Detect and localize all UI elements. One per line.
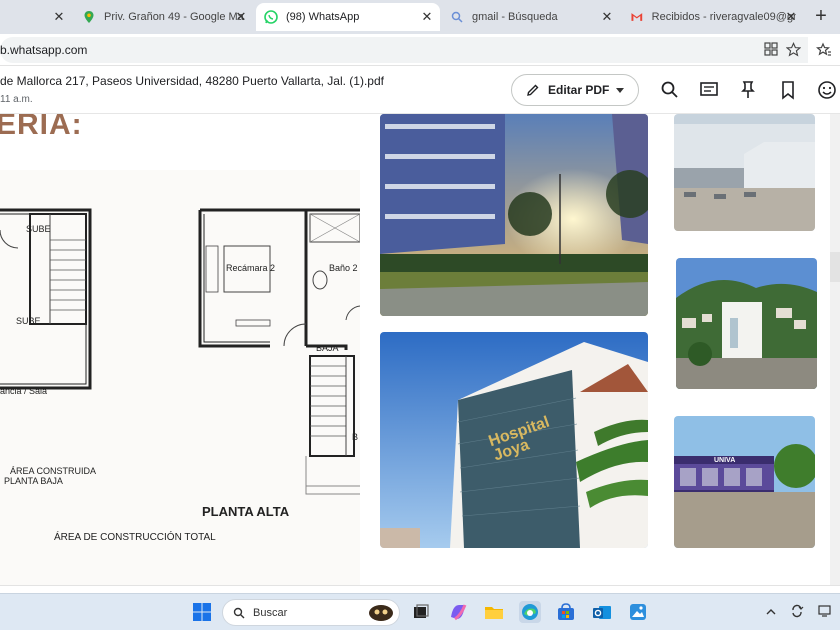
tab-title: gmail - Búsqueda [472, 11, 558, 23]
edit-pdf-button[interactable]: Editar PDF [511, 74, 639, 106]
floor-plan: SUBE SUBE Recámara 2 Baño 2 BAJA B ancia… [0, 170, 360, 592]
task-view-icon[interactable] [410, 601, 432, 623]
scrollbar-thumb[interactable] [830, 252, 840, 282]
apps-grid-icon[interactable] [764, 42, 778, 56]
tab-google-maps[interactable]: Priv. Grañon 49 - Google Maps ✕ [74, 3, 254, 31]
search-icon [451, 11, 463, 23]
tab-gmail-search[interactable]: gmail - Búsqueda ✕ [442, 3, 620, 31]
start-icon[interactable] [192, 602, 212, 622]
photo-shopping-plaza [674, 114, 815, 231]
search-icon [233, 607, 245, 618]
plan-label-recamara: Recámara 2 [226, 263, 276, 273]
plan-label-sube: SUBE [26, 224, 51, 234]
tab-whatsapp[interactable]: (98) WhatsApp ✕ [256, 3, 440, 31]
plan-label-planta-baja: PLANTA BAJA [4, 476, 63, 486]
photo-hospital-joya: Hospital Joya [380, 332, 648, 548]
favorite-star-icon[interactable] [786, 42, 801, 57]
emoji-icon[interactable] [816, 79, 838, 101]
tab-title: Priv. Grañon 49 - Google Maps [104, 11, 244, 23]
new-tab-button[interactable]: + [810, 5, 832, 27]
photos-icon[interactable] [627, 601, 649, 623]
plan-title-planta-alta: PLANTA ALTA [202, 504, 290, 519]
windows-taskbar: Buscar [0, 593, 840, 630]
comment-icon[interactable] [698, 79, 720, 101]
edge-icon[interactable] [519, 601, 541, 623]
pdf-timestamp: 11 a.m. [0, 94, 33, 105]
univa-image [674, 416, 815, 548]
favorites-list-icon[interactable] [816, 42, 832, 58]
taskbar-search[interactable]: Buscar [222, 599, 400, 626]
network-icon[interactable] [818, 604, 834, 618]
plan-label-baja: BAJA [316, 343, 339, 353]
bookmark-icon[interactable] [777, 79, 799, 101]
plaza-image [674, 114, 815, 231]
plan-label-estancia: ancia / Sala [0, 386, 48, 396]
plan-label-sube: SUBE [16, 316, 41, 326]
tab-title: (98) WhatsApp [286, 11, 360, 23]
floor-plan-drawing [0, 208, 360, 495]
plan-label-b: B [352, 432, 359, 442]
pencil-icon [527, 84, 539, 96]
plan-label-area-construida: ÁREA CONSTRUIDA [10, 466, 97, 476]
sync-icon[interactable] [790, 604, 804, 618]
store-icon[interactable] [555, 601, 577, 623]
chevron-up-icon[interactable] [766, 607, 776, 617]
chevron-down-icon [616, 88, 624, 93]
url-field[interactable]: b.whatsapp.com [0, 37, 808, 63]
plan-area-total: ÁREA DE CONSTRUCCIÓN TOTAL [54, 532, 216, 543]
hillside-image [676, 258, 817, 389]
pdf-bottom-edge [0, 585, 840, 593]
pin-icon[interactable] [737, 79, 759, 101]
search-highlight-icon [369, 605, 393, 621]
pdf-file-title: de Mallorca 217, Paseos Universidad, 482… [0, 74, 384, 88]
tab-close-icon[interactable]: ✕ [600, 9, 614, 25]
photo-vallarta-hillside [676, 258, 817, 389]
gmail-icon [631, 13, 643, 21]
search-icon[interactable] [659, 79, 681, 101]
pdf-page-content: ERIA: SUBE SUBE Recámara 2 Baño 2 BAJA B… [0, 114, 840, 592]
pdf-toolbar: de Mallorca 217, Paseos Universidad, 482… [0, 66, 840, 114]
maps-pin-icon [84, 11, 94, 23]
photo-univa-campus: UNIVA [674, 416, 815, 548]
browser-tab-strip: ✕ Priv. Grañon 49 - Google Maps ✕ (98) W… [0, 0, 840, 34]
tab-close-icon[interactable]: ✕ [420, 9, 434, 25]
univa-sign: UNIVA [714, 457, 736, 464]
tab-previous-partial[interactable]: ✕ [0, 3, 72, 31]
university-building-image [380, 114, 648, 316]
folder-icon[interactable] [483, 601, 505, 623]
tab-gmail-inbox[interactable]: Recibidos - riveragvale09@gm ✕ [622, 3, 804, 31]
vertical-scrollbar[interactable] [830, 114, 840, 592]
copilot-icon[interactable] [447, 601, 469, 623]
tab-title: Recibidos - riveragvale09@gm [651, 11, 796, 23]
tab-close-icon[interactable]: ✕ [52, 9, 66, 25]
plan-label-bano: Baño 2 [329, 263, 358, 273]
taskbar-search-placeholder: Buscar [253, 606, 288, 619]
photo-university-building [380, 114, 648, 316]
outlook-icon[interactable] [591, 601, 613, 623]
tab-close-icon[interactable]: ✕ [234, 9, 248, 25]
address-bar: b.whatsapp.com [0, 34, 840, 66]
whatsapp-icon [264, 10, 278, 24]
edit-pdf-label: Editar PDF [548, 83, 610, 97]
tab-close-icon[interactable]: ✕ [784, 9, 798, 25]
document-heading: ERIA: [0, 114, 83, 141]
